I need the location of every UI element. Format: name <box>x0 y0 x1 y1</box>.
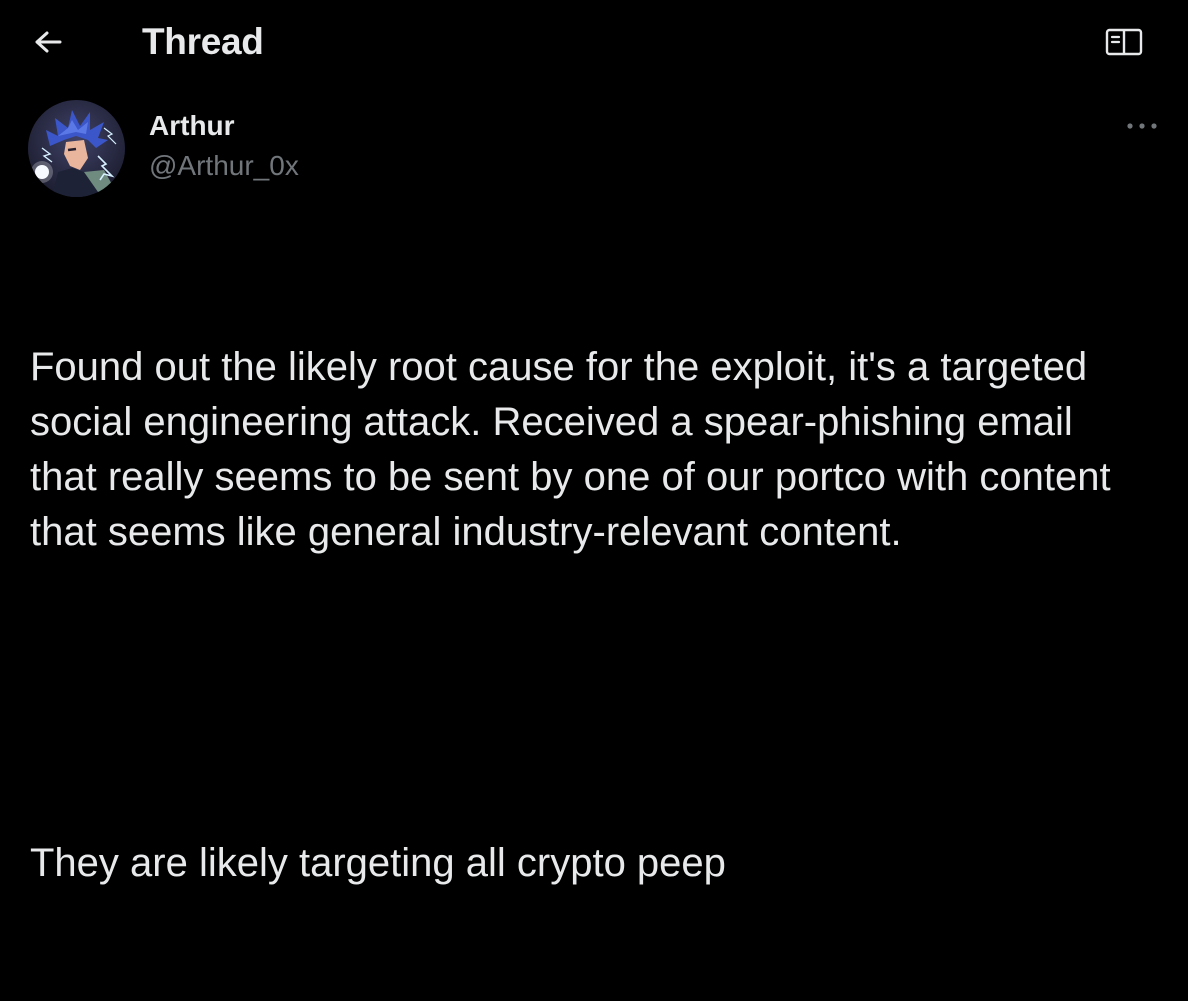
open-book-icon <box>1105 28 1143 56</box>
tweet-text: Found out the likely root cause for the … <box>30 230 1150 1001</box>
page-title: Thread <box>142 21 264 62</box>
avatar-illustration <box>28 100 125 197</box>
back-button[interactable] <box>20 18 76 66</box>
author-info: Arthur @Arthur_0x <box>149 108 299 184</box>
arrow-left-icon <box>35 31 62 53</box>
top-bar: Thread <box>0 0 1188 94</box>
author-name[interactable]: Arthur <box>149 108 299 144</box>
more-options-button[interactable] <box>1118 108 1166 144</box>
tweet: Arthur @Arthur_0x Found out the likely r… <box>0 94 1188 885</box>
tweet-paragraph: Found out the likely root cause for the … <box>30 345 1122 554</box>
avatar[interactable] <box>28 100 125 197</box>
author-handle[interactable]: @Arthur_0x <box>149 148 299 184</box>
more-horizontal-icon <box>1127 123 1157 129</box>
reader-mode-button[interactable] <box>1098 20 1150 64</box>
tweet-paragraph: They are likely targeting all crypto pee… <box>30 841 726 885</box>
